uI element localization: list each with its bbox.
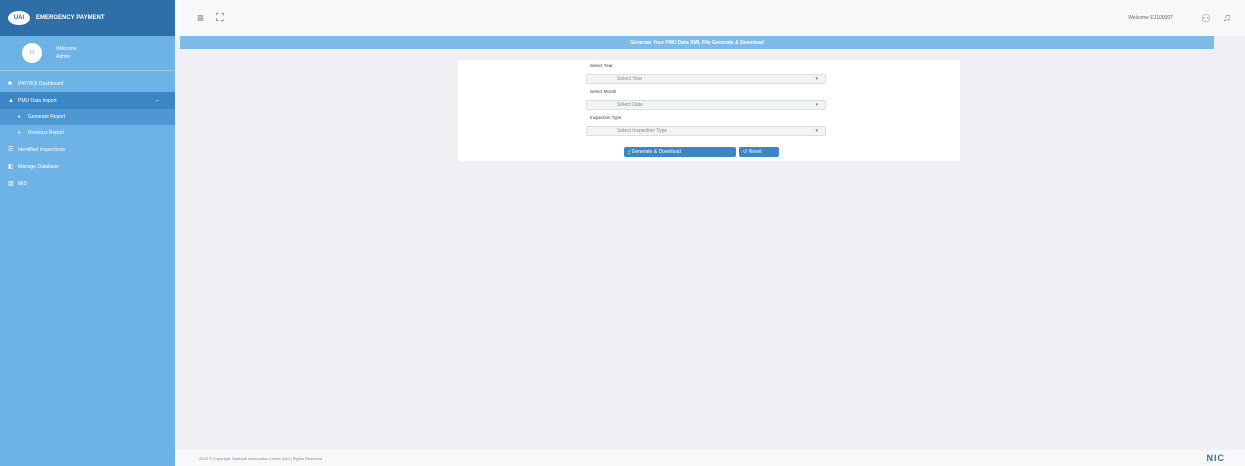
database-icon: ◧ bbox=[8, 164, 14, 170]
month-select-value: Select Date bbox=[617, 102, 643, 108]
sidebar-item-pmu-import[interactable]: ▲ PMU Data Import – bbox=[0, 92, 175, 109]
brand-logo: UAI bbox=[8, 11, 30, 25]
user-icon[interactable]: ⚇ bbox=[1201, 12, 1211, 25]
month-label: Select Month bbox=[590, 89, 617, 94]
nic-logo: NIC bbox=[1206, 453, 1225, 463]
generate-download-label: Generate & Download bbox=[631, 149, 681, 155]
dashboard-icon: ■ bbox=[8, 80, 12, 87]
user-name: Welcome bbox=[56, 46, 77, 52]
footer: 2023 © Copyright. National Informatics C… bbox=[175, 450, 1245, 466]
sidebar-subitem-generate[interactable]: • Generate Report bbox=[0, 109, 175, 125]
page-title: Generate Your PMU Data XML File Generate… bbox=[180, 36, 1214, 49]
user-panel: U Welcome Admin bbox=[0, 36, 175, 71]
sidebar-item-label: Generate Report bbox=[28, 114, 66, 120]
sidebar-nav: ■ PAY/ROI Dashboard ▲ PMU Data Import – … bbox=[0, 75, 175, 192]
bullet-icon: • bbox=[18, 129, 21, 137]
sidebar-item-dashboard[interactable]: ■ PAY/ROI Dashboard bbox=[0, 75, 175, 92]
footer-copyright: 2023 © Copyright. National Informatics C… bbox=[199, 455, 323, 461]
bullet-icon: • bbox=[18, 113, 21, 121]
year-select-value: Select Year bbox=[617, 76, 643, 82]
generate-download-button[interactable]: ⤓ Generate & Download bbox=[624, 147, 736, 157]
sidebar-item-label: PAY/ROI Dashboard bbox=[18, 80, 64, 87]
top-bar: ≡ ⛶ Welcome EJ100007 ⚇ ♫ bbox=[175, 0, 1245, 36]
avatar: U bbox=[22, 43, 42, 63]
report-form: Select Year Select Year ▾ Select Month S… bbox=[458, 60, 960, 161]
inspection-type-label: Inspection Type bbox=[590, 115, 622, 120]
welcome-text: Welcome EJ100007 bbox=[1128, 15, 1173, 21]
sidebar-subitem-previous[interactable]: • Previous Report bbox=[0, 125, 175, 141]
list-icon: ☰ bbox=[8, 147, 14, 153]
chevron-down-icon: – bbox=[155, 97, 159, 104]
inspection-type-value: Select Inspection Type bbox=[617, 128, 668, 134]
sidebar-item-label: MIS bbox=[18, 180, 27, 187]
sidebar-item-mis[interactable]: ▥ MIS bbox=[0, 175, 175, 192]
year-label: Select Year bbox=[590, 63, 613, 68]
sidebar-item-label: Manage Database bbox=[18, 163, 59, 170]
month-select[interactable]: Select Date ▾ bbox=[586, 100, 826, 110]
sidebar: UAI EMERGENCY PAYMENT U Welcome Admin ■ … bbox=[0, 0, 175, 466]
reset-button[interactable]: ↺ Reset bbox=[739, 147, 779, 157]
chevron-down-icon: ▾ bbox=[815, 128, 818, 134]
bell-icon[interactable]: ♫ bbox=[1223, 12, 1231, 24]
brand-title: EMERGENCY PAYMENT bbox=[36, 15, 105, 21]
chevron-down-icon: ▾ bbox=[815, 102, 818, 108]
year-select[interactable]: Select Year ▾ bbox=[586, 74, 826, 84]
reset-label: Reset bbox=[748, 149, 762, 155]
chart-icon: ▥ bbox=[8, 181, 14, 187]
inspection-type-select[interactable]: Select Inspection Type ▾ bbox=[586, 126, 826, 136]
user-role: Admin bbox=[56, 54, 71, 60]
chevron-down-icon: ▾ bbox=[815, 76, 818, 82]
sidebar-item-label: PMU Data Import bbox=[18, 97, 57, 104]
upload-icon: ▲ bbox=[8, 97, 14, 104]
fullscreen-icon[interactable]: ⛶ bbox=[216, 12, 224, 25]
sidebar-item-inspections[interactable]: ☰ Identified Inspections bbox=[0, 141, 175, 158]
hamburger-menu-icon[interactable]: ≡ bbox=[197, 11, 204, 25]
sidebar-item-database[interactable]: ◧ Manage Database bbox=[0, 158, 175, 175]
sidebar-item-label: Previous Report bbox=[28, 130, 64, 136]
brand-header[interactable]: UAI EMERGENCY PAYMENT bbox=[0, 0, 175, 36]
sidebar-item-label: Identified Inspections bbox=[18, 146, 65, 153]
